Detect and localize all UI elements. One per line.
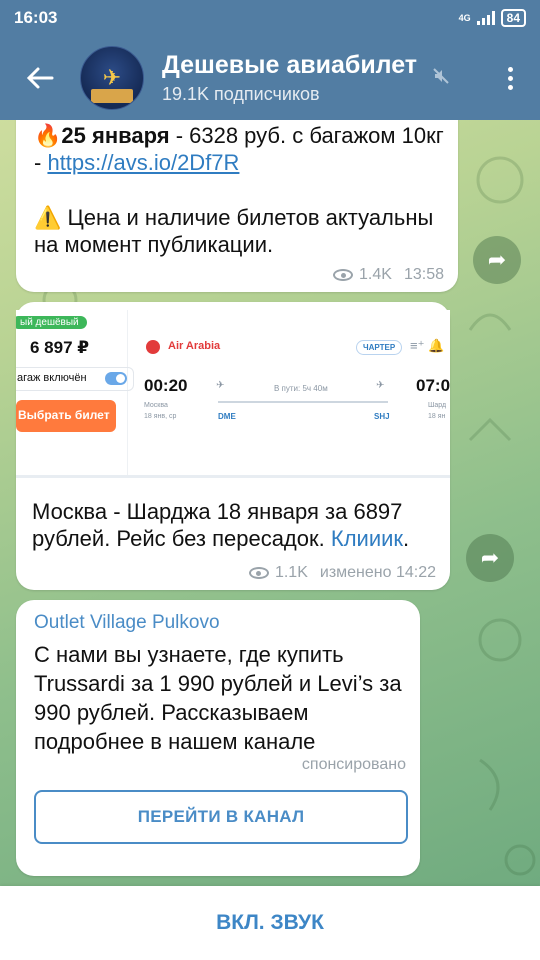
city-silhouette: [91, 89, 133, 103]
takeoff-icon: ✈: [216, 380, 225, 391]
more-vert-icon[interactable]: [480, 66, 540, 90]
status-bar: 16:03 4G 84: [0, 0, 540, 36]
departure-date: 18 янв, ср: [144, 413, 177, 420]
cheapest-badge: ый дешёвый: [16, 316, 87, 329]
message-text: 🔥25 января - 6328 руб. с багажом 10кг - …: [34, 122, 444, 176]
subscriber-count: 19.1K подписчиков: [162, 84, 320, 104]
chat-title: Дешевые авиабилет: [162, 51, 418, 79]
view-count: 1.4K: [359, 266, 392, 283]
price-panel: ый дешёвый 6 897 ₽ агаж включён Выбрать …: [16, 310, 134, 475]
message-text: Москва - Шарджа 18 января за 6897 рублей…: [32, 499, 410, 551]
message-warning: ⚠️ Цена и наличие билетов актуальны на м…: [34, 204, 444, 258]
message-meta: 1.4K 13:58: [333, 266, 444, 284]
warning-emoji: ⚠️: [34, 205, 62, 230]
signal-icon: [476, 11, 495, 25]
arrival-code: SHJ: [374, 412, 390, 421]
message-meta: 1.1K изменено 14:22: [248, 564, 436, 582]
message-date: 25 января: [61, 123, 170, 148]
battery-icon: 84: [500, 9, 526, 27]
toggle-switch: [105, 372, 127, 385]
share-icon[interactable]: ➦: [466, 534, 514, 582]
airline-name: Air Arabia: [168, 340, 221, 352]
plane-icon: ✈: [102, 65, 122, 90]
sponsored-message[interactable]: Outlet Village Pulkovo С нами вы узнаете…: [16, 600, 420, 876]
preview-price: 6 897 ₽: [30, 338, 90, 357]
message-link[interactable]: Клииик: [331, 526, 403, 551]
message-time: изменено 14:22: [319, 564, 436, 581]
mute-icon: [432, 67, 450, 90]
status-indicators: 4G 84: [459, 9, 526, 27]
arrival-time: 07:0: [416, 376, 450, 395]
eye-icon: [333, 269, 354, 281]
sponsor-text: С нами вы узнаете, где купить Trussardi …: [34, 642, 402, 754]
network-type: 4G: [458, 13, 471, 23]
unmute-button[interactable]: ВКЛ. ЗВУК: [0, 886, 540, 960]
chat-info[interactable]: Дешевые авиабилет 19.1K подписчиков: [162, 51, 440, 105]
sponsored-label: спонсировано: [301, 756, 406, 773]
back-arrow-icon[interactable]: [0, 36, 80, 120]
view-count: 1.1K: [274, 564, 308, 581]
warning-text: Цена и наличие билетов актуальны на моме…: [34, 205, 434, 257]
share-bell-icon: ≡⁺ 🔔: [410, 338, 445, 353]
airline-logo-icon: [146, 340, 160, 354]
sponsor-title[interactable]: Outlet Village Pulkovo: [34, 612, 220, 634]
departure-code: DME: [218, 412, 236, 421]
departure-city: Москва: [144, 402, 168, 409]
charter-badge: ЧАРТЕР: [356, 340, 403, 355]
message-time: 13:58: [403, 266, 444, 283]
route-line: [218, 401, 388, 403]
share-icon[interactable]: ➦: [473, 236, 521, 284]
message-bubble[interactable]: 🔥25 января - 6328 руб. с багажом 10кг - …: [16, 110, 458, 292]
arrival-city: Шард: [428, 402, 447, 409]
buy-ticket-button: Выбрать билет: [16, 400, 116, 432]
baggage-label: агаж включён: [17, 372, 87, 384]
baggage-toggle: агаж включён: [16, 367, 134, 391]
message-bubble[interactable]: ый дешёвый 6 897 ₽ агаж включён Выбрать …: [16, 302, 450, 590]
departure-time: 00:20: [144, 376, 188, 395]
message-link[interactable]: https://avs.io/2Df7R: [47, 150, 239, 175]
flight-preview-image[interactable]: ый дешёвый 6 897 ₽ агаж включён Выбрать …: [16, 310, 450, 478]
eye-icon: [248, 567, 269, 579]
go-to-channel-button[interactable]: ПЕРЕЙТИ В КАНАЛ: [34, 790, 408, 844]
channel-avatar[interactable]: ✈: [80, 46, 144, 110]
status-time: 16:03: [14, 8, 58, 27]
arrival-date: 18 ян: [428, 413, 446, 420]
fire-emoji: 🔥: [34, 123, 62, 148]
flight-duration: В пути: 5ч 40м: [274, 384, 328, 393]
landing-icon: ✈: [376, 380, 385, 391]
chat-header: ✈ Дешевые авиабилет 19.1K подписчиков: [0, 36, 540, 120]
